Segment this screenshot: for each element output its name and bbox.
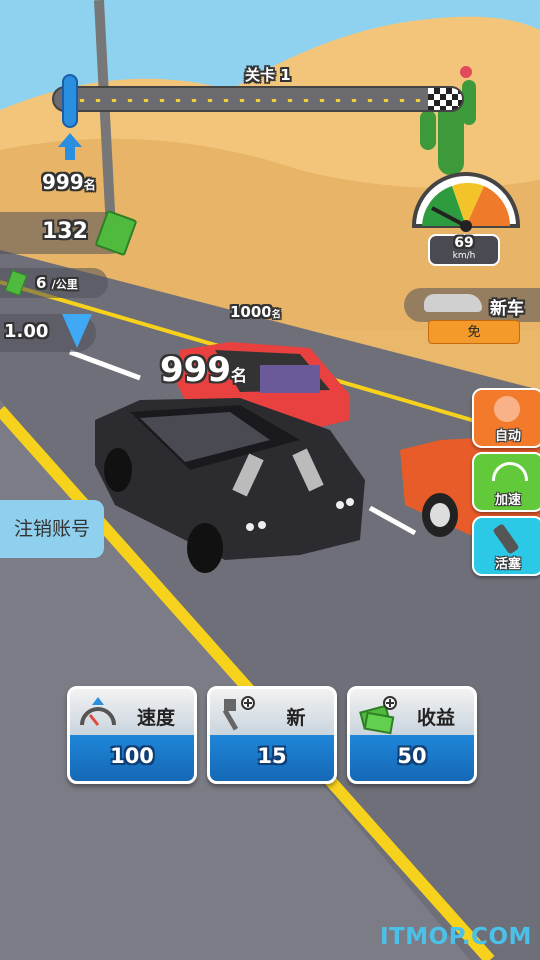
boost-button-label: 加速 — [494, 493, 521, 508]
upgrade-income-label: 收益 — [416, 707, 455, 729]
piston-button-label: 活塞 — [494, 557, 521, 572]
logout-label: 注销账号 — [13, 518, 90, 540]
upgrade-income-value: 50 — [397, 744, 427, 768]
upgrade-speed-button[interactable]: 速度 100 — [67, 686, 197, 784]
speed-unit: km/h — [452, 251, 476, 261]
earning-rate: 6 /公里 — [36, 274, 78, 292]
player-rank-unit: 名 — [83, 178, 96, 192]
cash-icon — [359, 696, 397, 735]
speed-value: 69 — [454, 235, 474, 251]
upgrade-new-value: 15 — [257, 744, 287, 768]
player-rank: 999名 — [42, 170, 96, 194]
finish-flag-icon — [428, 88, 462, 110]
car-silhouette-icon — [424, 294, 482, 312]
player-rank-value: 999 — [42, 170, 84, 194]
piston-icon — [492, 523, 520, 555]
speedometer-gauge — [411, 172, 521, 232]
diamond-icon — [62, 314, 92, 348]
arrow-up-icon — [58, 133, 82, 147]
auto-button[interactable]: 自动 — [472, 388, 540, 448]
upgrade-new-button[interactable]: 新 15 — [207, 686, 337, 784]
upgrade-speed-label: 速度 — [136, 707, 175, 729]
rival-rank-near: 999名 — [160, 350, 247, 390]
progress-marker — [62, 74, 78, 128]
upgrade-speed-value: 100 — [110, 744, 154, 768]
level-label: 关卡 1 — [245, 66, 291, 84]
piston-button[interactable]: 活塞 — [472, 516, 540, 576]
hand-tap-icon — [494, 396, 520, 422]
earning-value: 6 — [36, 274, 47, 292]
earning-unit: /公里 — [51, 278, 78, 291]
level-progress-bar — [52, 86, 464, 112]
piston-icon — [222, 696, 255, 731]
speedometer-icon — [492, 462, 528, 481]
new-car-label: 新车 — [490, 299, 524, 319]
speed-readout: 69 km/h — [428, 234, 500, 266]
upgrade-income-button[interactable]: 收益 50 — [347, 686, 477, 784]
rival-rank-far: 1000名 — [230, 303, 281, 321]
auto-button-label: 自动 — [494, 429, 521, 444]
logout-button[interactable]: 注销账号 — [0, 500, 104, 558]
watermark: ITMOP.COM — [380, 924, 532, 950]
upgrade-new-label: 新 — [286, 707, 306, 729]
speedometer-icon — [80, 697, 116, 726]
boost-button[interactable]: 加速 — [472, 452, 540, 512]
money-value: 132 — [42, 219, 88, 244]
new-car-price-button[interactable]: 免 — [428, 320, 520, 344]
gem-value: 1.00 — [4, 321, 49, 342]
new-car-price: 免 — [467, 325, 481, 340]
